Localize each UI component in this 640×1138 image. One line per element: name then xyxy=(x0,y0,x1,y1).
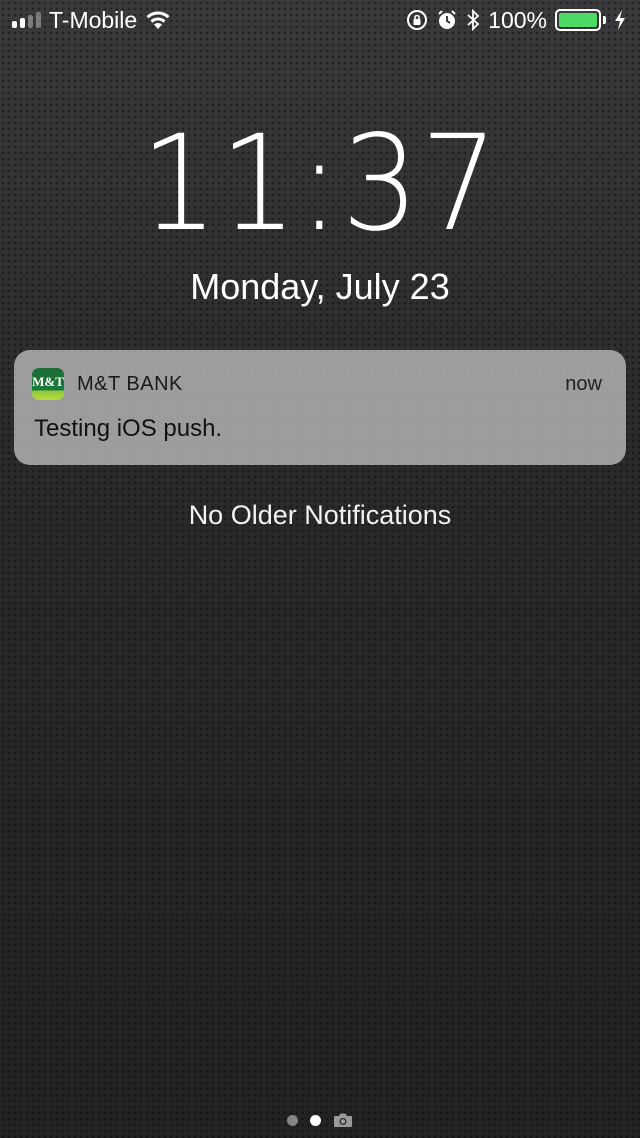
camera-icon[interactable] xyxy=(333,1112,353,1128)
page-dot-active[interactable] xyxy=(310,1114,321,1126)
notification-time: now xyxy=(565,372,602,395)
charging-icon xyxy=(614,9,626,31)
notification-card[interactable]: M&T M&T BANK now Testing iOS push. xyxy=(14,350,626,465)
app-icon-logo: M&T xyxy=(32,374,64,389)
page-dot[interactable] xyxy=(287,1114,298,1126)
carrier-name: T-Mobile xyxy=(49,6,138,33)
signal-icon xyxy=(12,12,41,28)
time-text: 11:37 xyxy=(140,107,500,261)
no-older-notifications: No Older Notifications xyxy=(188,500,452,530)
status-bar: T-Mobile 100% xyxy=(0,0,640,40)
status-right: 100% xyxy=(406,7,626,34)
battery-percent: 100% xyxy=(488,6,547,33)
battery-icon xyxy=(555,9,606,31)
notification-app-name: M&T BANK xyxy=(77,372,183,395)
notification-header: M&T M&T BANK now xyxy=(32,368,602,400)
bluetooth-icon xyxy=(466,9,480,31)
notification-message: Testing iOS push. xyxy=(34,415,223,442)
alarm-icon xyxy=(436,9,458,31)
rotation-lock-icon xyxy=(406,9,428,31)
status-left: T-Mobile xyxy=(12,7,171,34)
page-indicator[interactable] xyxy=(0,1110,640,1130)
lock-screen-date: Monday, July 23 xyxy=(190,266,450,307)
lock-screen-time: 11:37 xyxy=(0,118,640,250)
app-icon: M&T xyxy=(32,368,64,400)
battery-fill xyxy=(559,13,597,27)
wifi-icon xyxy=(145,10,171,30)
